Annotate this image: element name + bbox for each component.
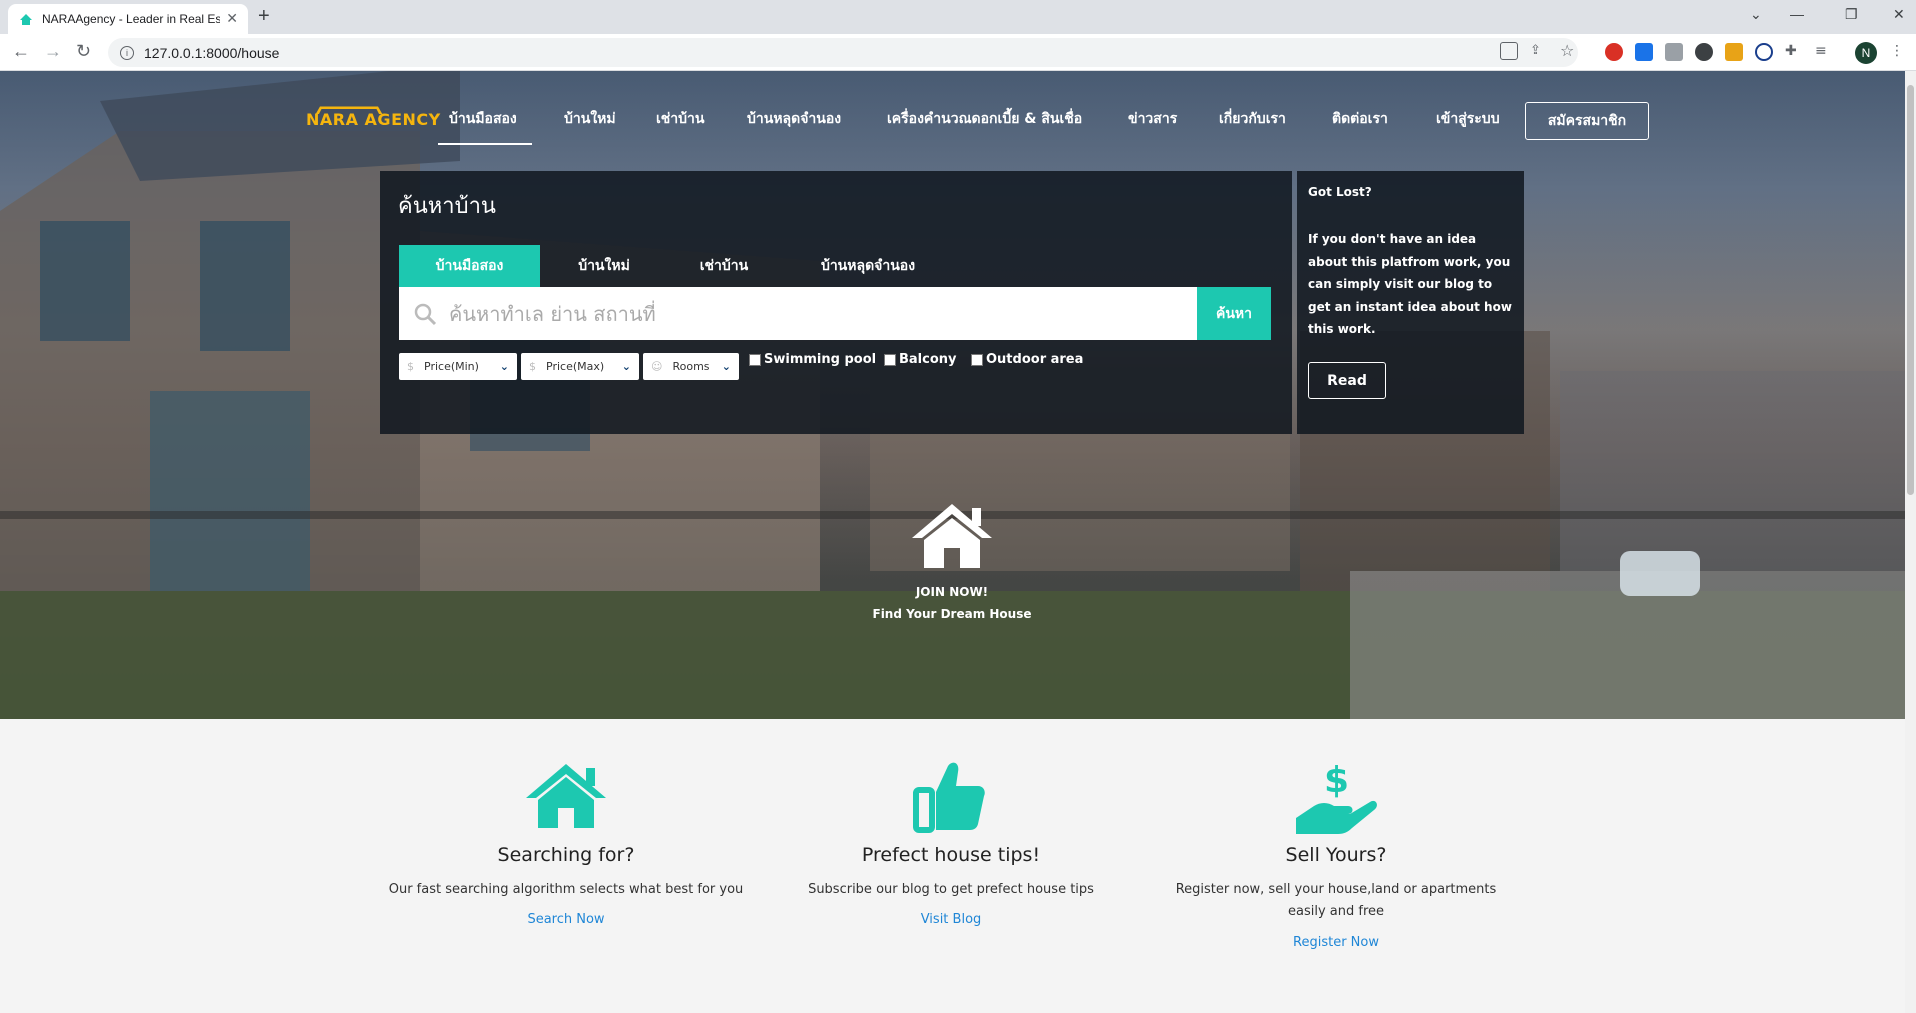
site-favicon-icon <box>20 14 32 25</box>
help-text: If you don't have an idea about this pla… <box>1308 232 1512 336</box>
browser-toolbar: ← → ↻ i 127.0.0.1:8000/house ⇪ ☆ ✚ ≡ N ⋮ <box>0 34 1916 71</box>
nav-login[interactable]: เข้าสู่ระบบ <box>1436 108 1500 130</box>
register-now-link[interactable]: Register Now <box>1136 935 1536 950</box>
nav-about[interactable]: เกี่ยวกับเรา <box>1219 108 1286 130</box>
search-tab-foreclosed[interactable]: บ้านหลุดจำนอง <box>780 245 956 287</box>
feature-desc-searching: Our fast searching algorithm selects wha… <box>388 882 744 897</box>
extensions-puzzle-icon[interactable]: ✚ <box>1785 43 1803 61</box>
checkbox-box[interactable] <box>884 353 896 366</box>
reading-list-icon[interactable]: ≡ <box>1815 43 1833 61</box>
search-box <box>399 287 1197 340</box>
chevron-down-icon: ⌄ <box>499 360 509 373</box>
price-max-select[interactable]: $ Price(Max) ⌄ <box>521 353 639 380</box>
feature-desc-tips: Subscribe our blog to get prefect house … <box>808 882 1094 897</box>
feature-desc-sell: Register now, sell your house,land or ap… <box>1175 882 1497 919</box>
close-tab-icon[interactable]: ✕ <box>226 11 238 27</box>
browser-tab[interactable]: NARAAgency - Leader in Real Est ✕ <box>8 4 248 34</box>
tab-search-icon[interactable]: ⌄ <box>1750 6 1762 23</box>
search-now-link[interactable]: Search Now <box>366 912 766 927</box>
balcony-label: Balcony <box>899 352 957 367</box>
search-icon <box>414 303 437 325</box>
back-icon[interactable]: ← <box>12 41 30 62</box>
chevron-down-icon: ⌄ <box>621 360 631 373</box>
outdoor-area-checkbox[interactable]: Outdoor area <box>971 352 1083 367</box>
nav-loan-calculator[interactable]: เครื่องคำนวณดอกเบี้ย & สินเชื่อ <box>887 108 1082 130</box>
feature-title-sell: Sell Yours? <box>1285 844 1387 866</box>
address-bar[interactable]: i 127.0.0.1:8000/house <box>108 38 1578 67</box>
nav-rent[interactable]: เช่าบ้าน <box>656 108 704 130</box>
help-title: Got Lost? <box>1308 185 1372 199</box>
page-scrollbar[interactable] <box>1905 71 1916 1013</box>
join-subtitle[interactable]: Find Your Dream House <box>852 607 1052 621</box>
house-icon <box>526 764 606 828</box>
new-tab-button[interactable]: + <box>258 5 270 28</box>
swimming-pool-checkbox[interactable]: Swimming pool <box>749 352 876 367</box>
dollar-icon: $ <box>529 360 536 373</box>
browser-tab-strip: NARAAgency - Leader in Real Est ✕ + ⌄ — … <box>0 0 1916 34</box>
forward-icon[interactable]: → <box>44 41 62 62</box>
house-icon[interactable] <box>908 500 996 570</box>
site-info-icon[interactable]: i <box>120 45 134 60</box>
scrollbar-thumb[interactable] <box>1907 85 1914 495</box>
search-input[interactable] <box>449 287 1197 340</box>
search-button[interactable]: ค้นหา <box>1197 287 1271 340</box>
price-min-label: Price(Min) <box>424 360 479 373</box>
feature-title-searching: Searching for? <box>497 844 635 866</box>
chevron-down-icon: ⌄ <box>721 360 731 373</box>
restore-button[interactable]: ❐ <box>1845 6 1858 23</box>
read-button[interactable]: Read <box>1308 362 1386 399</box>
person-icon: ☺ <box>651 360 663 373</box>
extension-yellow-icon[interactable] <box>1725 43 1743 61</box>
price-max-label: Price(Max) <box>546 360 605 373</box>
profile-avatar[interactable]: N <box>1855 42 1877 64</box>
search-title: ค้นหาบ้าน <box>398 194 496 219</box>
checkbox-box[interactable] <box>749 353 761 366</box>
tab-title: NARAAgency - Leader in Real Est <box>42 12 221 26</box>
svg-text:$: $ <box>1324 760 1349 801</box>
dollar-hand-icon: $ <box>1296 760 1377 834</box>
search-tab-rent[interactable]: เช่าบ้าน <box>668 245 780 287</box>
nav-news[interactable]: ข่าวสาร <box>1128 108 1177 130</box>
signup-button[interactable]: สมัครสมาชิก <box>1525 102 1649 140</box>
extension-shield-icon[interactable] <box>1605 43 1623 61</box>
join-now-text[interactable]: JOIN NOW! <box>852 585 1052 599</box>
thumbs-up-icon <box>913 762 985 833</box>
extension-block-icon[interactable] <box>1755 43 1773 61</box>
price-min-select[interactable]: $ Price(Min) ⌄ <box>399 353 517 380</box>
search-tab-used[interactable]: บ้านมือสอง <box>399 245 540 287</box>
site-logo[interactable]: NARA AGENCY <box>306 110 441 129</box>
checkbox-box[interactable] <box>971 353 983 366</box>
feature-title-tips: Prefect house tips! <box>861 844 1041 866</box>
nav-active-underline <box>438 143 532 145</box>
close-window-button[interactable]: ✕ <box>1893 6 1905 23</box>
extension-robot-icon[interactable] <box>1695 43 1713 61</box>
url-text: 127.0.0.1:8000/house <box>144 44 280 61</box>
extension-gray-icon[interactable] <box>1665 43 1683 61</box>
dollar-icon: $ <box>407 360 414 373</box>
rooms-select[interactable]: ☺ Rooms ⌄ <box>643 353 739 380</box>
extension-blue-icon[interactable] <box>1635 43 1653 61</box>
rooms-label: Rooms <box>672 360 710 373</box>
nav-used-houses[interactable]: บ้านมือสอง <box>449 108 517 130</box>
bookmark-star-icon[interactable]: ☆ <box>1560 41 1578 60</box>
menu-kebab-icon[interactable]: ⋮ <box>1890 43 1908 61</box>
nav-new-houses[interactable]: บ้านใหม่ <box>564 108 616 130</box>
swimming-pool-label: Swimming pool <box>764 352 877 367</box>
nav-contact[interactable]: ติดต่อเรา <box>1332 108 1388 130</box>
reload-icon[interactable]: ↻ <box>76 41 91 62</box>
outdoor-area-label: Outdoor area <box>986 352 1084 367</box>
balcony-checkbox[interactable]: Balcony <box>884 352 957 367</box>
translate-icon[interactable] <box>1500 42 1518 60</box>
search-tab-new[interactable]: บ้านใหม่ <box>540 245 668 287</box>
share-icon[interactable]: ⇪ <box>1530 43 1548 61</box>
visit-blog-link[interactable]: Visit Blog <box>751 912 1151 927</box>
nav-foreclosed[interactable]: บ้านหลุดจำนอง <box>747 108 841 130</box>
minimize-button[interactable]: — <box>1790 6 1804 22</box>
